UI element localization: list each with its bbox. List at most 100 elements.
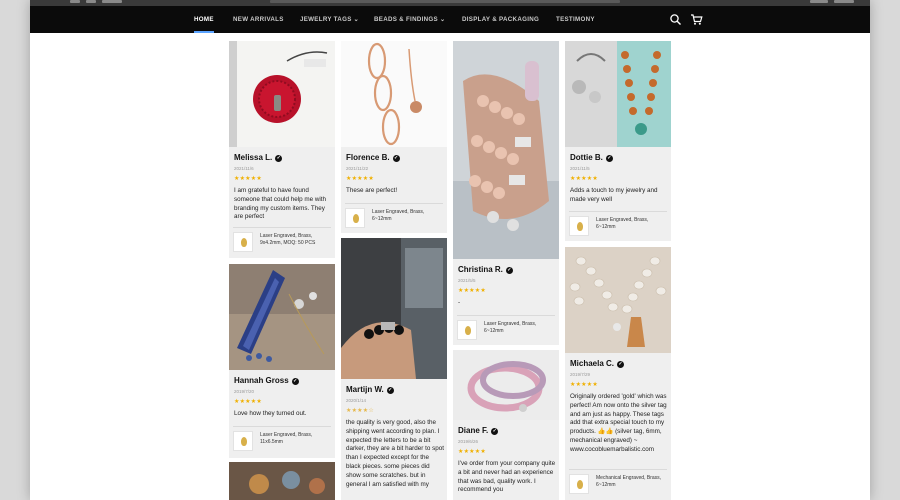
review-text: I've order from your company quite a bit… [458, 460, 556, 494]
review-card[interactable]: Hannah Gross ✓ 2019/7/20 ★★★★★ Love how t… [229, 264, 335, 458]
review-card[interactable]: Florence B. ✓ 2021/11/22 ★★★★★ These are … [341, 41, 447, 233]
product-title[interactable]: Laser Engraved, Brass, 9x4.2mm, MOQ: 50 … [260, 233, 330, 246]
reviewer-name: Michaela C. ✓ [570, 359, 625, 368]
star-rating: ★★★★★ [234, 399, 262, 405]
nav-jewelry-tags[interactable]: JEWELRY TAGS ⌄ [300, 6, 359, 33]
review-photo[interactable] [229, 264, 335, 370]
star-rating: ★★★★★ [570, 176, 598, 182]
chrome-control[interactable] [70, 0, 80, 3]
star-rating: ★★★★★ [570, 382, 598, 388]
product-thumbnail[interactable] [233, 431, 253, 451]
reviewed-product[interactable]: Laser Engraved, Brass, 9x4.2mm, MOQ: 50 … [233, 227, 331, 253]
nav-jewelry-tags-label: JEWELRY TAGS [300, 16, 352, 23]
product-title[interactable]: Laser Engraved, Brass, 11x6.5mm [260, 432, 330, 445]
verified-icon: ✓ [275, 155, 283, 162]
chrome-control[interactable] [834, 0, 854, 3]
reviewed-product[interactable]: Laser Engraved, Brass, 6~12mm [569, 211, 667, 237]
star-rating: ★★★★☆ [346, 408, 374, 414]
search-icon[interactable] [669, 13, 682, 26]
nav-beads-findings-label: BEADS & FINDINGS [374, 16, 438, 23]
nav-display-packaging[interactable]: DISPLAY & PACKAGING [462, 6, 539, 33]
chevron-down-icon: ⌄ [353, 16, 360, 23]
chevron-down-icon: ⌄ [439, 16, 446, 23]
review-photo[interactable] [565, 247, 671, 353]
review-photo[interactable] [565, 41, 671, 147]
reviewer-name-text: Florence B. [346, 153, 390, 162]
product-thumbnail[interactable] [457, 320, 477, 340]
reviewed-product[interactable]: Laser Engraved, Brass, 6~12mm [457, 315, 555, 341]
review-photo[interactable] [229, 41, 335, 147]
review-date: 2019/7/29 [570, 372, 591, 377]
reviewer-name-text: Hannah Gross [234, 376, 289, 385]
review-date: 2019/7/20 [234, 389, 255, 394]
reviewer-name: Florence B. ✓ [346, 153, 400, 162]
chrome-control[interactable] [810, 0, 828, 3]
product-thumbnail[interactable] [569, 474, 589, 494]
product-title[interactable]: Mechanical Engraved, Brass, 6~12mm [596, 475, 666, 488]
review-date: 2021/11/6 [234, 166, 254, 171]
verified-icon: ✓ [605, 155, 613, 162]
reviewer-name: Melissa L. ✓ [234, 153, 283, 162]
main-navigation: HOME NEW ARRIVALS JEWELRY TAGS ⌄ BEADS &… [30, 6, 870, 33]
review-text: the quality is very good, also the shipp… [346, 419, 445, 488]
reviewer-name-text: Dottie B. [570, 153, 603, 162]
review-text: I am grateful to have found someone that… [234, 187, 327, 221]
nav-home[interactable]: HOME [194, 6, 214, 33]
review-card[interactable]: Michaela C. ✓ 2019/7/29 ★★★★★ Originally … [565, 247, 671, 500]
review-card[interactable]: Dottie B. ✓ 2021/11/5 ★★★★★ Adds a touch … [565, 41, 671, 241]
review-photo[interactable] [341, 238, 447, 379]
review-photo[interactable] [229, 462, 335, 500]
address-bar[interactable] [270, 0, 620, 3]
product-thumbnail[interactable] [569, 216, 589, 236]
reviewed-product[interactable]: Mechanical Engraved, Brass, 6~12mm [569, 469, 667, 495]
reviewer-name-text: Michaela C. [570, 359, 615, 368]
review-text: Originally ordered 'gold' which was perf… [570, 393, 667, 453]
nav-new-arrivals[interactable]: NEW ARRIVALS [233, 6, 284, 33]
verified-icon: ✓ [392, 155, 400, 162]
star-rating: ★★★★★ [234, 176, 262, 182]
review-date: 2020/1/14 [346, 398, 367, 403]
review-card[interactable] [229, 462, 335, 500]
nav-beads-findings[interactable]: BEADS & FINDINGS ⌄ [374, 6, 445, 33]
verified-icon: ✓ [386, 387, 394, 394]
reviewer-name: Christina R. ✓ [458, 265, 513, 274]
reviewer-name: Hannah Gross ✓ [234, 376, 299, 385]
verified-icon: ✓ [291, 378, 299, 385]
product-title[interactable]: Laser Engraved, Brass, 6~12mm [484, 321, 554, 334]
testimonials-grid: Melissa L. ✓ 2021/11/6 ★★★★★ I am gratefu… [30, 33, 870, 500]
review-text: Adds a touch to my jewelry and made very… [570, 187, 658, 203]
review-text: - [458, 299, 461, 306]
product-title[interactable]: Laser Engraved, Brass, 6~12mm [372, 209, 442, 222]
review-date: 2021/11/5 [570, 166, 590, 171]
review-text: Love how they turned out. [234, 410, 307, 417]
review-photo[interactable] [453, 350, 559, 420]
cart-icon[interactable] [690, 13, 703, 26]
reviewer-name-text: Christina R. [458, 265, 503, 274]
product-thumbnail[interactable] [345, 208, 365, 228]
review-card[interactable]: Melissa L. ✓ 2021/11/6 ★★★★★ I am gratefu… [229, 41, 335, 258]
review-card[interactable]: Diane F. ✓ 2019/6/26 ★★★★★ I've order fro… [453, 350, 559, 500]
reviewed-product[interactable]: Laser Engraved, Brass, 11x6.5mm [233, 426, 331, 452]
review-card[interactable]: Christina R. ✓ 2021/5/5 ★★★★★ - Laser Eng… [453, 41, 559, 345]
star-rating: ★★★★★ [458, 288, 486, 294]
verified-icon: ✓ [617, 361, 625, 368]
review-date: 2021/5/5 [458, 278, 476, 283]
reviewer-name-text: Melissa L. [234, 153, 273, 162]
review-card[interactable]: Martijn W. ✓ 2020/1/14 ★★★★☆ the quality … [341, 238, 447, 500]
review-text: These are perfect! [346, 187, 398, 194]
reviewer-name: Dottie B. ✓ [570, 153, 613, 162]
review-photo[interactable] [453, 41, 559, 259]
reviewed-product[interactable]: Laser Engraved, Brass, 6~12mm [345, 203, 443, 229]
browser-window: HOME NEW ARRIVALS JEWELRY TAGS ⌄ BEADS &… [30, 0, 870, 500]
review-date: 2019/6/26 [458, 439, 479, 444]
verified-icon: ✓ [505, 267, 513, 274]
star-rating: ★★★★★ [346, 176, 374, 182]
review-date: 2021/11/22 [346, 166, 369, 171]
chrome-control[interactable] [86, 0, 96, 3]
review-photo[interactable] [341, 41, 447, 147]
verified-icon: ✓ [491, 428, 499, 435]
product-thumbnail[interactable] [233, 232, 253, 252]
nav-testimony[interactable]: TESTIMONY [556, 6, 595, 33]
product-title[interactable]: Laser Engraved, Brass, 6~12mm [596, 217, 666, 230]
chrome-control[interactable] [102, 0, 122, 3]
